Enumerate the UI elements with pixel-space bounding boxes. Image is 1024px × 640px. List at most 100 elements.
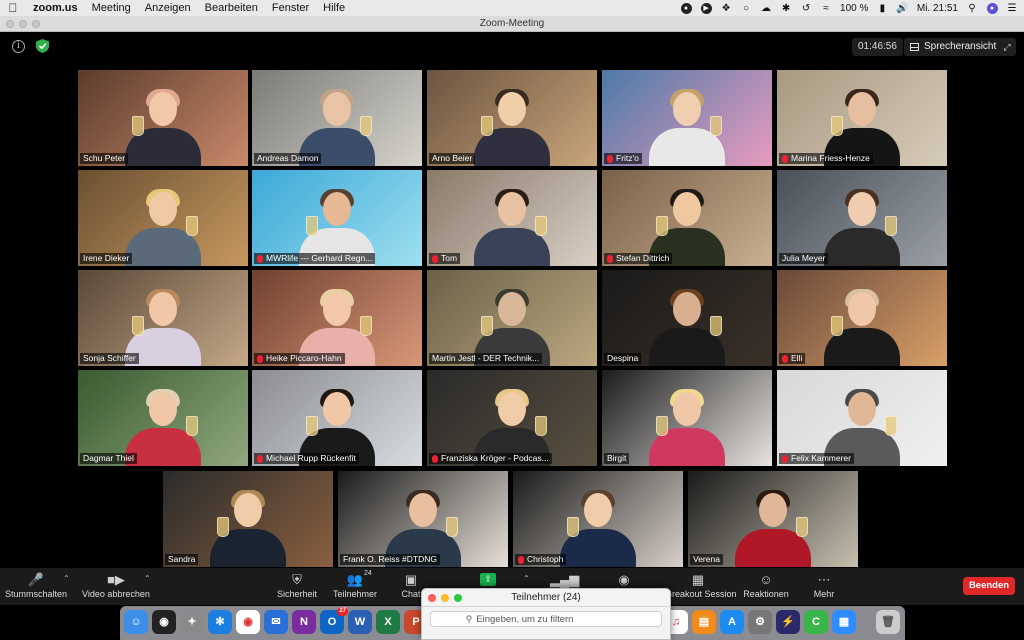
chrome-icon[interactable]: ◉ [236,610,260,634]
menu-window[interactable]: Fenster [265,0,316,16]
participant-name: Julia Meyer [782,253,826,263]
share-options-chevron-icon[interactable]: ⌃ [523,574,530,583]
menu-app-name[interactable]: zoom.us [26,0,85,16]
panel-close-button[interactable] [428,594,436,602]
system-preferences-icon[interactable]: ⚙ [748,610,772,634]
siri-icon[interactable]: ● [986,0,998,16]
speaker-view-button[interactable]: Sprecheransicht [904,38,1003,56]
trash-icon[interactable]: 🗑 [876,610,900,634]
menu-help[interactable]: Hilfe [316,0,352,16]
close-window-button[interactable] [6,20,14,28]
video-tile[interactable]: Arno Beier [427,70,597,166]
participant-name: Arno Beier [432,153,473,163]
encryption-shield-icon[interactable] [36,39,49,53]
window-title: Zoom-Meeting [479,18,545,29]
muted-microphone-icon [257,254,263,263]
battery-percent[interactable]: 100 % [840,0,868,16]
clock[interactable]: Mi. 21:51 [917,0,958,16]
video-tile[interactable]: Heike Piccaro-Hahn [252,270,422,366]
apple-menu-icon[interactable]:  [0,1,26,15]
video-tile[interactable]: Sonja Schiffer [78,270,248,366]
drink-glass [796,517,808,537]
video-tile[interactable]: Tom [427,170,597,266]
video-tile[interactable]: Andreas Damon [252,70,422,166]
participants-panel-title: Teilnehmer (24) [511,592,581,603]
participant-name: Andreas Damon [257,153,319,163]
word-icon[interactable]: W [348,610,372,634]
finder-icon[interactable]: ☺ [124,610,148,634]
video-tile[interactable]: Dagmar Thiel [78,370,248,466]
launchpad-icon[interactable]: ✦ [180,610,204,634]
time-machine-icon[interactable]: ↺ [800,0,812,16]
menu-view[interactable]: Anzeigen [138,0,198,16]
zoom-window-button[interactable] [32,20,40,28]
mute-button[interactable]: 🎤 Stummschalten [4,568,68,605]
meeting-info-icon[interactable]: i [12,40,25,53]
breakout-session-button[interactable]: ▦ Breakout Session [666,568,737,605]
bluetooth-icon[interactable]: ✱ [780,0,792,16]
battery-icon[interactable]: ▮ [876,0,888,16]
video-tile[interactable]: Julia Meyer [777,170,947,266]
video-tile[interactable]: Stefan Dittrich [602,170,772,266]
video-tile[interactable]: Fritz'o [602,70,772,166]
siri-dock-icon[interactable]: ◉ [152,610,176,634]
wifi-icon[interactable]: ≈ [820,0,832,16]
volume-icon[interactable]: 🔊 [896,0,908,16]
video-tile[interactable]: MWRlife --- Gerhard Regn... [252,170,422,266]
video-tile[interactable]: Elli [777,270,947,366]
end-meeting-button[interactable]: Beenden [963,577,1015,595]
minimize-window-button[interactable] [19,20,27,28]
more-button[interactable]: ⋯ Mehr [806,568,842,605]
menu-meeting[interactable]: Meeting [85,0,138,16]
fullscreen-button[interactable]: ⤢ [998,38,1016,56]
participant-name: Dagmar Thiel [83,453,134,463]
participant-name-tag: Heike Piccaro-Hahn [254,353,345,364]
zoom-dock-icon[interactable]: ▦ [832,610,856,634]
excel-icon[interactable]: X [376,610,400,634]
muted-microphone-icon [782,454,788,463]
participant-name: Fritz'o [616,153,639,163]
participants-button[interactable]: 👥 24 Teilnehmer [330,568,380,605]
video-tile[interactable]: Birgit [602,370,772,466]
lightning-app-icon[interactable]: ⚡ [776,610,800,634]
video-tile[interactable]: Michael Rupp Rückenfit [252,370,422,466]
video-tile[interactable]: Schu Peter [78,70,248,166]
video-tile[interactable]: Frank O. Reiss #DTDNG [338,471,508,567]
video-tile[interactable]: Marina Friess-Henze [777,70,947,166]
video-tile[interactable]: Sandra [163,471,333,567]
reactions-label: Reaktionen [743,589,789,599]
video-tile[interactable]: Irene Dieker [78,170,248,266]
participants-filter-input[interactable] [476,613,627,625]
drink-glass [710,116,722,136]
spotlight-icon[interactable]: ⚲ [966,0,978,16]
onenote-icon[interactable]: N [292,610,316,634]
video-tile[interactable]: Verena [688,471,858,567]
vpn-icon[interactable]: ○ [740,0,752,16]
mail-icon[interactable]: ✉ [264,610,288,634]
security-button[interactable]: ⛨ Sicherheit [274,568,320,605]
video-tile[interactable]: Felix Kammerer [777,370,947,466]
stop-video-button[interactable]: ■▶ Video abbrechen [80,568,152,605]
notification-center-icon[interactable]: ☰ [1006,0,1018,16]
record-icon[interactable]: ● [680,0,692,16]
safari-icon[interactable]: ✻ [208,610,232,634]
participant-name: Felix Kammerer [791,453,851,463]
panel-zoom-button[interactable] [454,594,462,602]
messages-icon[interactable]: C [804,610,828,634]
video-tile[interactable]: Martin Jestl - DER Technik... [427,270,597,366]
outlook-icon[interactable]: O 27 [320,607,348,634]
video-tile[interactable]: Despina [602,270,772,366]
reactions-button[interactable]: ☺ Reaktionen [742,568,790,605]
panel-minimize-button[interactable] [441,594,449,602]
books-icon[interactable]: ▤ [692,610,716,634]
cloud-upload-icon[interactable]: ☁ [760,0,772,16]
video-options-chevron-icon[interactable]: ⌃ [144,574,151,583]
video-tile[interactable]: Franziska Kröger - Podcas... [427,370,597,466]
app-store-icon[interactable]: A [720,610,744,634]
dropbox-icon[interactable]: ❖ [720,0,732,16]
zoom-status-icon[interactable]: ▶ [700,0,712,16]
audio-options-chevron-icon[interactable]: ⌃ [63,574,70,583]
participant-name: Tom [441,253,458,263]
menu-edit[interactable]: Bearbeiten [198,0,265,16]
video-tile[interactable]: Christoph [513,471,683,567]
